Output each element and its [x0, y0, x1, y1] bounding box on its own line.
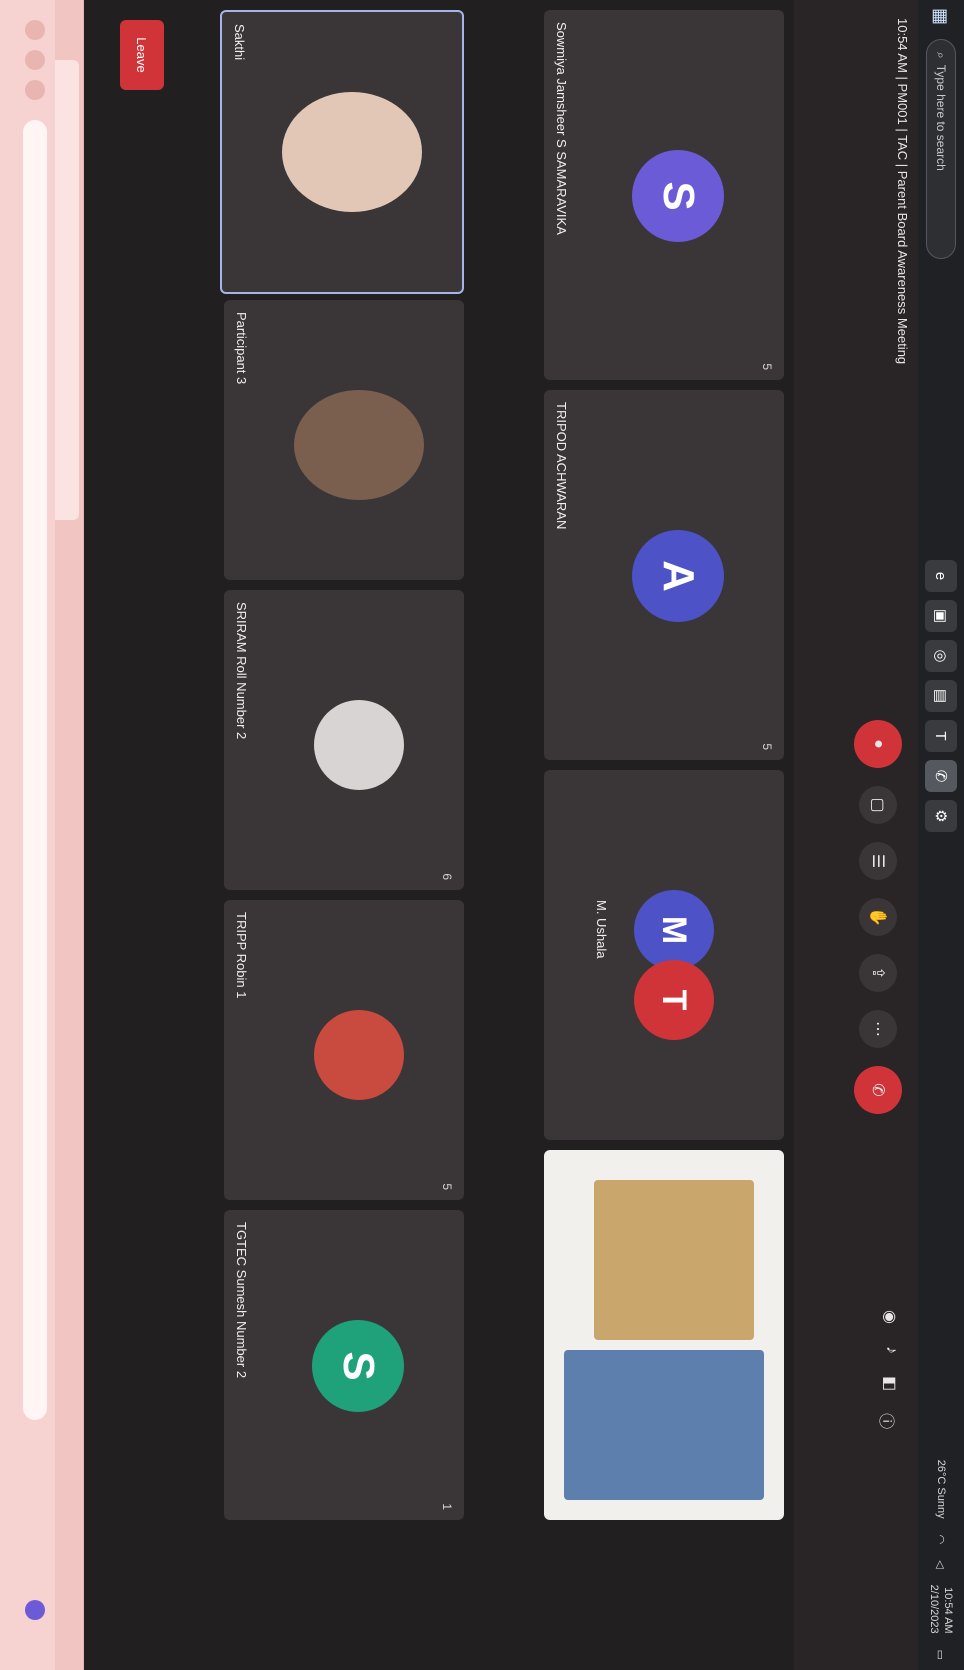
participant-video: [314, 1010, 404, 1100]
camera-icon[interactable]: ◉: [876, 1310, 900, 1324]
participant-name: TRIPOD ACHWARAN: [554, 402, 569, 530]
participant-video: [294, 390, 424, 500]
participant-name: M. Ushala: [594, 900, 609, 959]
share-screen-icon[interactable]: ⇪: [859, 954, 897, 992]
mic-icon[interactable]: ♪: [876, 1346, 900, 1354]
video-frame: [594, 1180, 754, 1340]
browser-chrome: [0, 0, 84, 1670]
taskbar-clock[interactable]: 10:54 AM 2/10/2023: [927, 1585, 955, 1634]
windows-start-icon[interactable]: ▦: [931, 8, 952, 25]
screen: 10:54 AM | PM001 | TAC | Parent Board Aw…: [0, 0, 964, 1670]
refresh-icon[interactable]: [25, 80, 45, 100]
participant-tile[interactable]: 5 TRIPP Robin 1: [224, 900, 464, 1200]
call-controls: ● ▢ ☰ ✋ ⇪ ⋯ ✆: [854, 720, 902, 1114]
participant-avatar: S: [632, 150, 724, 242]
participant-name: Sowmiya Jamsheer S SAMARAVIKA: [554, 22, 569, 235]
participant-name: SRIRAM Roll Number 2: [234, 602, 249, 740]
browser-tab[interactable]: [55, 60, 79, 220]
system-tray: 26°C Sunny ◠ ◁ 10:54 AM 2/10/2023 ▭: [918, 1460, 964, 1660]
participant-name: Sakthi: [232, 24, 247, 61]
participant-avatar-secondary: T: [634, 960, 714, 1040]
settings-icon[interactable]: ⚙: [925, 800, 957, 832]
clock-date: 2/10/2023: [928, 1584, 940, 1634]
participant-tile[interactable]: 5 A TRIPOD ACHWARAN: [544, 390, 784, 760]
participant-avatar: S: [312, 1320, 404, 1412]
hang-up-button[interactable]: ✆: [854, 1066, 902, 1114]
participant-video: [314, 700, 404, 790]
wifi-icon[interactable]: ◠: [935, 1535, 948, 1545]
clock-time: 10:54 AM: [942, 1587, 954, 1634]
taskbar-search-box[interactable]: ⌕ Type here to search: [926, 39, 956, 260]
participant-number: 1: [440, 1503, 454, 1510]
browser-tab[interactable]: [55, 360, 79, 520]
participant-video-shared[interactable]: [544, 1150, 784, 1520]
participant-number: 5: [440, 1183, 454, 1190]
participant-name: TRIPP Robin 1: [234, 912, 249, 999]
participant-tile[interactable]: M T M. Ushala: [544, 770, 784, 1140]
teams-icon[interactable]: T: [925, 720, 957, 752]
participant-video: [282, 92, 422, 212]
back-icon[interactable]: [25, 20, 45, 40]
participant-number: 6: [440, 873, 454, 880]
participant-number: 5: [760, 363, 774, 370]
profile-avatar[interactable]: [25, 1600, 45, 1620]
teams-meeting-window: 10:54 AM | PM001 | TAC | Parent Board Aw…: [0, 0, 964, 1670]
forward-icon[interactable]: [25, 50, 45, 70]
record-indicator-icon[interactable]: ●: [854, 720, 902, 768]
people-icon[interactable]: ☰: [859, 842, 897, 880]
meeting-header: 10:54 AM | PM001 | TAC | Parent Board Aw…: [794, 0, 918, 1670]
phone-icon[interactable]: ✆: [925, 760, 957, 792]
participant-avatar: M: [634, 890, 714, 970]
leave-button[interactable]: Leave: [120, 20, 164, 90]
address-bar[interactable]: [23, 120, 47, 1420]
windows-taskbar: ▦ ⌕ Type here to search e ▣ ◎ ▤ T ✆ ⚙ 26…: [918, 0, 964, 1670]
participant-avatar: A: [632, 530, 724, 622]
participant-tile[interactable]: 5 S Sowmiya Jamsheer S SAMARAVIKA: [544, 10, 784, 380]
notification-icon[interactable]: ▭: [935, 1650, 948, 1660]
edge-icon[interactable]: e: [925, 560, 957, 592]
taskbar-apps: e ▣ ◎ ▤ T ✆ ⚙: [925, 560, 957, 832]
more-options-icon[interactable]: ⋯: [859, 1010, 897, 1048]
meeting-title: 10:54 AM | PM001 | TAC | Parent Board Aw…: [895, 18, 910, 365]
participant-tile[interactable]: Participant 3: [224, 300, 464, 580]
weather-status[interactable]: 26°C Sunny: [935, 1460, 947, 1519]
video-frame: [564, 1350, 764, 1500]
device-controls: ◉ ♪ ◧ ⓘ: [876, 1310, 900, 1429]
chrome-icon[interactable]: ◎: [925, 640, 957, 672]
chat-icon[interactable]: ▢: [859, 786, 897, 824]
volume-icon[interactable]: ◁: [935, 1560, 948, 1568]
browser-tab[interactable]: [55, 210, 79, 370]
participant-tile[interactable]: 1 S TGTEC Sumesh Number 2: [224, 1210, 464, 1520]
participant-tile[interactable]: 6 SRIRAM Roll Number 2: [224, 590, 464, 890]
speaker-icon[interactable]: ◧: [876, 1376, 900, 1391]
participant-name: TGTEC Sumesh Number 2: [234, 1222, 249, 1379]
participant-number: 5: [760, 743, 774, 750]
file-explorer-icon[interactable]: ▣: [925, 600, 957, 632]
info-icon[interactable]: ⓘ: [876, 1413, 900, 1429]
participant-tile-active[interactable]: Sakthi: [220, 10, 464, 294]
browser-tab-strip: [55, 0, 83, 1670]
search-icon: ⌕: [934, 52, 949, 59]
search-placeholder: Type here to search: [934, 64, 948, 171]
app-icon[interactable]: ▤: [925, 680, 957, 712]
participant-name: Participant 3: [234, 312, 249, 385]
taskbar-left: ▦ ⌕ Type here to search: [918, 8, 964, 260]
raise-hand-icon[interactable]: ✋: [859, 898, 897, 936]
